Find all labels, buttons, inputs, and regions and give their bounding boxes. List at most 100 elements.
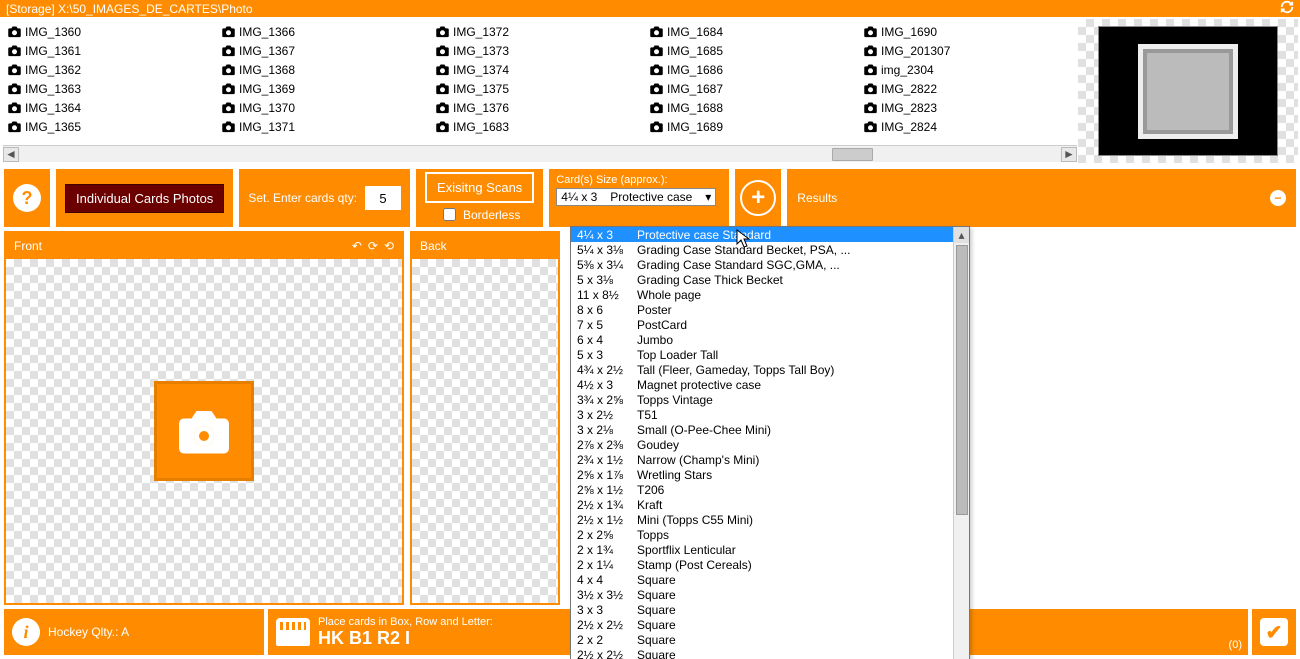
file-item[interactable]: IMG_1366 <box>221 22 431 41</box>
camera-icon <box>221 63 236 76</box>
footer-info-icon[interactable]: i <box>12 618 40 646</box>
dropdown-item[interactable]: 7 x 5PostCard <box>571 317 969 332</box>
file-name: IMG_2822 <box>881 82 937 96</box>
file-item[interactable]: IMG_1371 <box>221 117 431 136</box>
file-item[interactable]: IMG_1687 <box>649 79 859 98</box>
file-item[interactable]: IMG_1372 <box>435 22 645 41</box>
dropdown-scroll-thumb[interactable] <box>956 245 968 515</box>
dropdown-item[interactable]: 3 x 2½T51 <box>571 407 969 422</box>
card-size-dropdown[interactable]: 4¼ x 3Protective case Standard5¼ x 3⅛Gra… <box>570 226 970 659</box>
rotate-icon[interactable]: ⟳ <box>368 239 378 253</box>
file-item[interactable]: IMG_1688 <box>649 98 859 117</box>
file-item[interactable]: IMG_1368 <box>221 60 431 79</box>
dropdown-item-dim: 2½ x 1¾ <box>577 498 637 512</box>
dropdown-item-dim: 11 x 8½ <box>577 288 637 302</box>
dropdown-scrollbar[interactable]: ▴ ▾ <box>953 227 969 659</box>
confirm-button[interactable]: ✔ <box>1260 618 1288 646</box>
dropdown-item[interactable]: 2½ x 2½Square <box>571 617 969 632</box>
dropdown-item[interactable]: 2 x 1¼Stamp (Post Cereals) <box>571 557 969 572</box>
scroll-right-arrow[interactable]: ► <box>1061 147 1077 162</box>
dropdown-item[interactable]: 4¼ x 3Protective case Standard <box>571 227 969 242</box>
dropdown-item-dim: 2 x 2⅝ <box>577 528 637 542</box>
file-item[interactable]: IMG_1369 <box>221 79 431 98</box>
dropdown-item[interactable]: 8 x 6Poster <box>571 302 969 317</box>
file-item[interactable]: IMG_1689 <box>649 117 859 136</box>
file-item[interactable]: IMG_2824 <box>863 117 1073 136</box>
scroll-thumb[interactable] <box>832 148 874 161</box>
camera-icon <box>435 25 450 38</box>
individual-cards-button[interactable]: Individual Cards Photos <box>65 184 224 213</box>
dropdown-item[interactable]: 5⅜ x 3¼Grading Case Standard SGC,GMA, ..… <box>571 257 969 272</box>
borderless-row[interactable]: Borderless <box>439 205 520 224</box>
file-item[interactable]: IMG_1375 <box>435 79 645 98</box>
refresh-icon[interactable] <box>1280 0 1294 17</box>
add-button[interactable]: + <box>740 180 776 216</box>
file-item[interactable]: IMG_1363 <box>7 79 217 98</box>
dropdown-item-name: Topps <box>637 528 963 542</box>
front-label: Front <box>14 239 42 253</box>
front-dropzone[interactable] <box>6 259 402 603</box>
scroll-left-arrow[interactable]: ◄ <box>3 147 19 162</box>
qty-input[interactable] <box>365 186 401 210</box>
file-item[interactable]: IMG_1364 <box>7 98 217 117</box>
dropdown-item[interactable]: 3½ x 3½Square <box>571 587 969 602</box>
file-item[interactable]: IMG_1362 <box>7 60 217 79</box>
file-name: IMG_1683 <box>453 120 509 134</box>
dropdown-item[interactable]: 2½ x 1¾Kraft <box>571 497 969 512</box>
file-item[interactable]: IMG_201307 <box>863 41 1073 60</box>
file-item[interactable]: IMG_1367 <box>221 41 431 60</box>
file-item[interactable]: IMG_1361 <box>7 41 217 60</box>
file-item[interactable]: IMG_1684 <box>649 22 859 41</box>
dropdown-item[interactable]: 3 x 3Square <box>571 602 969 617</box>
dropdown-item[interactable]: 6 x 4Jumbo <box>571 332 969 347</box>
dropdown-item[interactable]: 4¾ x 2½Tall (Fleer, Gameday, Topps Tall … <box>571 362 969 377</box>
file-item[interactable]: IMG_1365 <box>7 117 217 136</box>
file-item[interactable]: IMG_2822 <box>863 79 1073 98</box>
reset-icon[interactable]: ⟲ <box>384 239 394 253</box>
file-item[interactable]: IMG_1370 <box>221 98 431 117</box>
dropdown-item[interactable]: 2¾ x 1½Narrow (Champ's Mini) <box>571 452 969 467</box>
dropdown-item[interactable]: 5 x 3Top Loader Tall <box>571 347 969 362</box>
card-size-dim: 4¼ x 3 <box>561 190 597 204</box>
dropdown-item[interactable]: 2 x 1¾Sportflix Lenticular <box>571 542 969 557</box>
file-item[interactable]: IMG_1360 <box>7 22 217 41</box>
file-item[interactable]: IMG_1690 <box>863 22 1073 41</box>
dropdown-item[interactable]: 4 x 4Square <box>571 572 969 587</box>
dropdown-item[interactable]: 5¼ x 3⅛Grading Case Standard Becket, PSA… <box>571 242 969 257</box>
dropdown-item[interactable]: 2½ x 2½Square <box>571 647 969 659</box>
file-item[interactable]: IMG_1374 <box>435 60 645 79</box>
info-icon[interactable]: ? <box>13 184 41 212</box>
file-item[interactable]: IMG_1376 <box>435 98 645 117</box>
file-hscrollbar[interactable]: ◄ ► <box>3 145 1077 162</box>
file-item[interactable]: IMG_1685 <box>649 41 859 60</box>
dropdown-item[interactable]: 2 x 2Square <box>571 632 969 647</box>
dropdown-item[interactable]: 2½ x 1½Mini (Topps C55 Mini) <box>571 512 969 527</box>
back-dropzone[interactable] <box>412 259 558 603</box>
card-size-select[interactable]: 4¼ x 3 Protective case ▾ <box>556 188 716 206</box>
file-item[interactable]: IMG_2823 <box>863 98 1073 117</box>
scroll-track[interactable] <box>19 147 1061 162</box>
file-item[interactable]: IMG_1373 <box>435 41 645 60</box>
dropdown-item[interactable]: 2⅝ x 1⅞Wretling Stars <box>571 467 969 482</box>
dropdown-item-name: Square <box>637 573 963 587</box>
dropdown-item[interactable]: 2⅞ x 2⅜Goudey <box>571 437 969 452</box>
dropdown-item[interactable]: 3¾ x 2⅝Topps Vintage <box>571 392 969 407</box>
dropdown-item-dim: 7 x 5 <box>577 318 637 332</box>
existing-scans-button[interactable]: Exisitng Scans <box>425 172 534 203</box>
preview-image <box>1098 26 1278 156</box>
borderless-checkbox[interactable] <box>443 208 456 221</box>
file-item[interactable]: img_2304 <box>863 60 1073 79</box>
dropdown-item-name: Square <box>637 618 963 632</box>
dropdown-item[interactable]: 4½ x 3Magnet protective case <box>571 377 969 392</box>
dropdown-item[interactable]: 5 x 3⅛Grading Case Thick Becket <box>571 272 969 287</box>
file-item[interactable]: IMG_1686 <box>649 60 859 79</box>
dropdown-item[interactable]: 2⅝ x 1½T206 <box>571 482 969 497</box>
dropdown-scroll-up[interactable]: ▴ <box>954 227 969 243</box>
dropdown-item[interactable]: 11 x 8½Whole page <box>571 287 969 302</box>
camera-icon <box>649 25 664 38</box>
dropdown-item[interactable]: 3 x 2⅛Small (O-Pee-Chee Mini) <box>571 422 969 437</box>
undo-icon[interactable]: ↶ <box>352 239 362 253</box>
collapse-icon[interactable]: − <box>1270 190 1286 206</box>
file-item[interactable]: IMG_1683 <box>435 117 645 136</box>
dropdown-item[interactable]: 2 x 2⅝Topps <box>571 527 969 542</box>
